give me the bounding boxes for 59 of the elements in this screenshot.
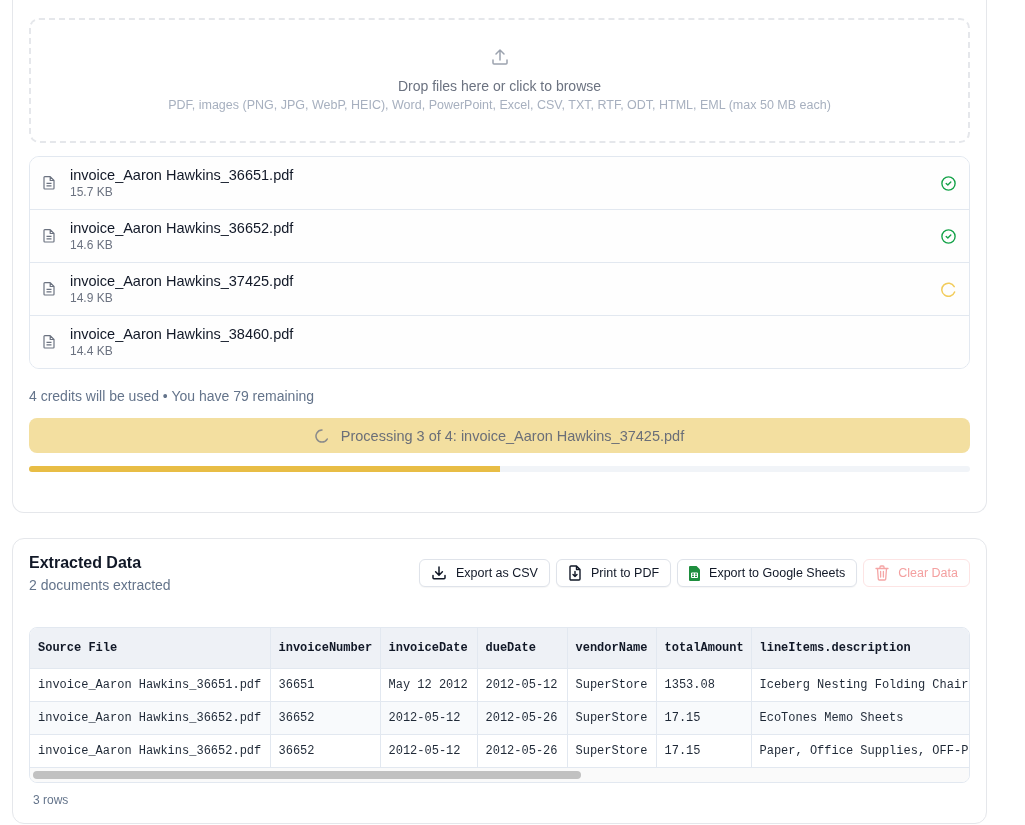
drop-hint: PDF, images (PNG, JPG, WebP, HEIC), Word, PowerPoint, Excel, CSV, TXT, RTF, ODT, HTML, EML (max 50 MB each) — [168, 97, 831, 113]
column-header[interactable]: dueDate — [477, 628, 567, 669]
table-cell: SuperStore — [567, 668, 656, 702]
file-name: invoice_Aaron Hawkins_36652.pdf — [70, 219, 294, 237]
table-cell: SuperStore — [567, 701, 656, 735]
document-icon — [43, 229, 55, 243]
spinner-icon — [314, 428, 329, 443]
file-name: invoice_Aaron Hawkins_38460.pdf — [70, 325, 294, 343]
table-cell: 2012-05-12 — [380, 701, 477, 735]
table-cell: 36652 — [270, 734, 380, 768]
print-pdf-button[interactable]: Print to PDF — [555, 559, 672, 587]
document-icon — [43, 335, 55, 349]
column-header[interactable]: totalAmount — [656, 628, 751, 669]
export-csv-button[interactable]: Export as CSV — [419, 559, 550, 587]
file-size: 14.9 KB — [70, 290, 113, 306]
table-cell: 36651 — [270, 668, 380, 702]
section-title: Extracted Data — [29, 553, 142, 573]
table-cell: invoice_Aaron Hawkins_36652.pdf — [30, 701, 270, 735]
file-name: invoice_Aaron Hawkins_37425.pdf — [70, 272, 294, 290]
row-count: 3 rows — [33, 792, 69, 808]
scrollbar-thumb[interactable] — [33, 771, 582, 779]
column-header[interactable]: Source File — [30, 628, 270, 669]
file-name: invoice_Aaron Hawkins_36651.pdf — [70, 166, 294, 184]
table-cell: May 12 2012 — [380, 668, 477, 702]
table-cell: invoice_Aaron Hawkins_36652.pdf — [30, 734, 270, 768]
horizontal-scrollbar[interactable] — [30, 768, 969, 782]
export-sheets-button[interactable]: Export to Google Sheets — [677, 559, 858, 587]
credits-text: 4 credits will be used • You have 79 remaining — [29, 387, 315, 406]
table-cell: 2012-05-12 — [477, 668, 567, 702]
column-header[interactable]: invoiceDate — [380, 628, 477, 669]
table-cell: 36652 — [270, 701, 380, 735]
file-download-icon — [567, 565, 582, 581]
table-cell: 17.15 — [656, 701, 751, 735]
drop-zone[interactable]: Drop files here or click to browse PDF, images (PNG, JPG, WebP, HEIC), Word, PowerPoint, Excel, CSV, TXT, RTF, ODT, HTML, EML (max 50 MB each) — [29, 18, 970, 143]
file-size: 15.7 KB — [70, 184, 113, 200]
document-icon — [43, 176, 55, 190]
file-size: 14.4 KB — [70, 343, 113, 359]
table-cell: 2012-05-26 — [477, 701, 567, 735]
table-cell: 2012-05-26 — [477, 734, 567, 768]
section-subtitle: 2 documents extracted — [29, 576, 171, 595]
spreadsheet-icon — [689, 565, 701, 581]
drop-title: Drop files here or click to browse — [397, 77, 602, 96]
table-cell: SuperStore — [567, 734, 656, 768]
table-cell: invoice_Aaron Hawkins_36651.pdf — [30, 668, 270, 702]
table-cell: 17.15 — [656, 734, 751, 768]
download-icon — [431, 565, 447, 581]
document-icon — [43, 282, 55, 296]
column-header[interactable]: lineItems.description — [751, 628, 969, 669]
table-cell: 1353.08 — [656, 668, 751, 702]
column-header[interactable]: vendorName — [567, 628, 656, 669]
upload-icon — [490, 48, 509, 66]
column-header[interactable]: invoiceNumber — [270, 628, 380, 669]
table-cell: EcoTones Memo Sheets — [751, 701, 969, 735]
table-cell: Iceberg Nesting Folding Chair — [751, 668, 969, 702]
file-size: 14.6 KB — [70, 237, 113, 253]
table-cell: Paper, Office Supplies, OFF-P — [751, 734, 969, 768]
table-cell: 2012-05-12 — [380, 734, 477, 768]
processing-text: Processing 3 of 4: invoice_Aaron Hawkins_37425.pdf — [340, 427, 685, 444]
trash-icon — [875, 565, 890, 581]
